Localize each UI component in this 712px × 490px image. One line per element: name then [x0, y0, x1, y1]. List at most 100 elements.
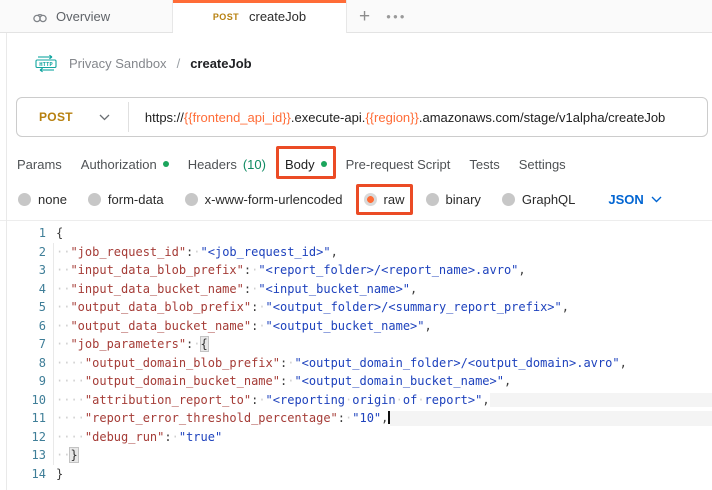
code-token: {	[56, 226, 63, 240]
code-token: ····	[56, 430, 85, 444]
code-text: ··"job_parameters":·{	[46, 335, 208, 354]
body-type-form-data[interactable]: form-data	[88, 192, 164, 207]
code-text: ··"input_data_blob_prefix":·"<report_fol…	[46, 261, 526, 280]
code-line-12[interactable]: 12····"debug_run":·"true"	[0, 428, 712, 447]
request-tab-label: Body	[285, 157, 315, 172]
code-text: ··"output_data_blob_prefix":·"<output_fo…	[46, 298, 569, 317]
code-token: "<output_domain_bucket_name>"	[294, 374, 504, 388]
code-line-3[interactable]: 3··"input_data_blob_prefix":·"<report_fo…	[0, 261, 712, 280]
breadcrumb: HTTP Privacy Sandbox / createJob	[0, 41, 712, 85]
line-filler	[526, 263, 712, 278]
code-token: ··	[56, 448, 70, 462]
code-line-4[interactable]: 4··"input_data_bucket_name":·"<input_buc…	[0, 280, 712, 299]
request-url-bar: POST https://{{frontend_api_id}}.execute…	[16, 97, 708, 137]
code-token: ,	[562, 300, 569, 314]
whitespace-dots: ····	[56, 411, 85, 425]
code-line-10[interactable]: 10····"attribution_report_to":·"<reporti…	[0, 391, 712, 410]
request-tab-count: (10)	[243, 157, 266, 172]
body-type-graphql[interactable]: GraphQL	[502, 192, 575, 207]
whitespace-dots: ·	[345, 393, 352, 407]
code-line-7[interactable]: 7··"job_parameters":·{	[0, 335, 712, 354]
whitespace-dots: ··	[56, 319, 70, 333]
code-line-9[interactable]: 9····"output_domain_bucket_name":·"<outp…	[0, 372, 712, 391]
code-token: "output_data_blob_prefix"	[70, 300, 251, 314]
url-text: https://	[145, 110, 184, 125]
radio-icon	[426, 193, 439, 206]
request-tab-headers[interactable]: Headers(10)	[188, 147, 266, 181]
body-type-label: none	[38, 192, 67, 207]
code-token: ··	[56, 263, 70, 277]
code-token: "input_data_blob_prefix"	[70, 263, 243, 277]
code-line-2[interactable]: 2··"job_request_id":·"<job_request_id>",	[0, 243, 712, 262]
request-tab-params[interactable]: Params	[17, 147, 62, 181]
code-line-8[interactable]: 8····"output_domain_blob_prefix":·"<outp…	[0, 354, 712, 373]
code-token: "<output_domain_folder>/<output_domain>.…	[294, 356, 619, 370]
whitespace-dots: ·	[193, 337, 200, 351]
body-type-label: binary	[446, 192, 481, 207]
code-line-1[interactable]: 1{	[0, 224, 712, 243]
request-tab-label: Pre-request Script	[346, 157, 451, 172]
radio-icon	[185, 193, 198, 206]
line-filler	[511, 374, 712, 389]
new-tab-button plus-icon[interactable]: +	[359, 7, 370, 26]
code-token: "<job_request_id>"	[201, 245, 331, 259]
tab-label: Overview	[56, 9, 110, 24]
request-tab-body[interactable]: Body	[285, 147, 327, 181]
code-text: ··"output_data_bucket_name":·"<output_bu…	[46, 317, 432, 336]
body-type-binary[interactable]: binary	[426, 192, 481, 207]
whitespace-dots: ·	[193, 245, 200, 259]
code-token: "debug_run"	[85, 430, 164, 444]
code-token: ,	[482, 393, 489, 407]
code-line-13[interactable]: 13··}	[0, 446, 712, 465]
code-token: "output_domain_blob_prefix"	[85, 356, 280, 370]
body-type-none[interactable]: none	[18, 192, 67, 207]
code-line-14[interactable]: 14}	[0, 465, 712, 484]
url-input[interactable]: https://{{frontend_api_id}}.execute-api.…	[129, 110, 707, 125]
body-type-row: none form-data x-www-form-urlencoded raw bin…	[0, 181, 712, 217]
code-token: ··	[56, 319, 70, 333]
code-line-6[interactable]: 6··"output_data_bucket_name":·"<output_b…	[0, 317, 712, 336]
tab-createjob[interactable]: POST createJob	[173, 0, 347, 33]
body-type-x-www-form-urlencoded[interactable]: x-www-form-urlencoded	[185, 192, 343, 207]
code-token: :·	[251, 393, 265, 407]
request-tab-settings[interactable]: Settings	[519, 147, 566, 181]
request-tab-tests[interactable]: Tests	[469, 147, 499, 181]
code-token: ··	[56, 245, 70, 259]
http-request-icon: HTTP	[33, 54, 59, 73]
request-tab-authorization[interactable]: Authorization	[81, 147, 169, 181]
code-token: ,	[331, 245, 338, 259]
tab-overview[interactable]: Overview	[0, 0, 173, 33]
code-text: ··"job_request_id":·"<job_request_id>",	[46, 243, 338, 262]
tab-method-badge: POST	[213, 12, 239, 22]
breadcrumb-collection[interactable]: Privacy Sandbox	[69, 56, 167, 71]
body-type-raw[interactable]: raw	[364, 192, 405, 207]
more-options-button ellipsis-icon[interactable]: ●●●	[386, 12, 407, 21]
body-type-label: x-www-form-urlencoded	[205, 192, 343, 207]
method-select[interactable]: POST	[17, 98, 128, 136]
code-token: ····	[56, 393, 85, 407]
code-token: :·	[244, 282, 258, 296]
code-text: ··"input_data_bucket_name":·"<input_buck…	[46, 280, 417, 299]
whitespace-dots: ··	[56, 282, 70, 296]
code-text: {	[46, 224, 63, 243]
code-token: "attribution_report_to"	[85, 393, 251, 407]
code-line-11[interactable]: 11····"report_error_threshold_percentage…	[0, 409, 712, 428]
code-token: "<report_folder>/<report_name>.avro"	[258, 263, 518, 277]
whitespace-dots: ··	[56, 263, 70, 277]
code-token: ····	[56, 411, 85, 425]
code-line-5[interactable]: 5··"output_data_blob_prefix":·"<output_f…	[0, 298, 712, 317]
language-select[interactable]: JSON	[608, 192, 661, 207]
whitespace-dots: ·	[258, 319, 265, 333]
language-label: JSON	[608, 192, 643, 207]
code-token: :·	[251, 300, 265, 314]
code-token: :·	[186, 245, 200, 259]
radio-icon	[88, 193, 101, 206]
body-code-editor[interactable]: 1{2··"job_request_id":·"<job_request_id>…	[0, 220, 712, 483]
request-tab-pre-request-script[interactable]: Pre-request Script	[346, 147, 451, 181]
request-tab-label: Params	[17, 157, 62, 172]
code-token: "input_data_bucket_name"	[70, 282, 243, 296]
radio-icon	[502, 193, 515, 206]
code-token: ,	[410, 282, 417, 296]
method-label: POST	[39, 110, 73, 124]
code-text: ····"debug_run":·"true"	[46, 428, 222, 447]
